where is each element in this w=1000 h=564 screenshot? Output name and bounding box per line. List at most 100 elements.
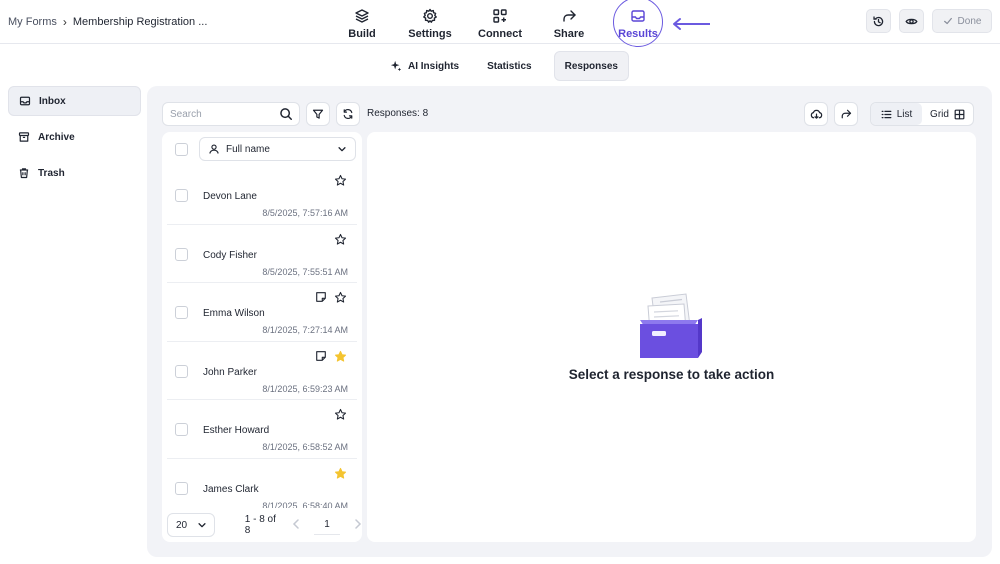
tab-responses[interactable]: Responses	[553, 51, 629, 81]
star-icon[interactable]	[334, 174, 347, 190]
trash-icon	[19, 168, 29, 179]
respondent-name: Esther Howard	[203, 425, 270, 436]
top-bar: My Forms › Membership Registration ... B…	[0, 0, 1000, 47]
star-filled-icon[interactable]	[334, 467, 347, 483]
view-grid-label: Grid	[930, 108, 949, 120]
sidebar-item-label: Trash	[38, 167, 65, 179]
history-icon	[873, 15, 884, 26]
view-grid-button[interactable]: Grid	[922, 103, 973, 125]
response-list: Full name Devon Lane 8/5/2025, 7:57:16 AM…	[162, 132, 362, 542]
tab-responses-label: Responses	[564, 60, 618, 72]
row-checkbox[interactable]	[175, 189, 188, 202]
field-select[interactable]: Full name	[199, 137, 356, 161]
cloud-download-icon	[810, 109, 822, 119]
nav-build[interactable]: Build	[348, 0, 376, 44]
page-range: 1 - 8 of 8	[244, 514, 276, 536]
preview-button[interactable]	[899, 9, 924, 33]
share-results-button[interactable]	[834, 102, 858, 126]
share-arrow-icon	[559, 6, 579, 26]
row-checkbox[interactable]	[175, 364, 188, 378]
list-footer: 20 1 - 8 of 8 1	[162, 508, 362, 542]
nav-connect[interactable]: Connect	[478, 0, 522, 44]
check-icon	[943, 17, 952, 25]
grid-icon	[954, 109, 965, 119]
star-icon[interactable]	[334, 408, 347, 424]
pagination: 1	[292, 515, 362, 535]
responses-panel: Responses: 8 List Grid Full name Devon L…	[147, 86, 992, 557]
inbox-icon	[19, 96, 31, 106]
prev-page-button[interactable]	[292, 518, 300, 532]
response-timestamp: 8/1/2025, 6:58:40 AM	[262, 500, 348, 509]
respondent-name: Cody Fisher	[203, 249, 257, 261]
view-list-label: List	[896, 108, 913, 120]
search-input[interactable]	[170, 108, 270, 120]
tab-ai-insights[interactable]: AI Insights	[380, 51, 469, 81]
table-row[interactable]: Devon Lane 8/5/2025, 7:57:16 AM	[167, 166, 357, 225]
nav-connect-label: Connect	[478, 28, 522, 40]
current-page[interactable]: 1	[314, 515, 340, 535]
refresh-icon	[343, 108, 353, 120]
star-filled-icon[interactable]	[334, 350, 347, 366]
search-icon[interactable]	[279, 107, 293, 121]
tab-statistics-label: Statistics	[487, 60, 532, 72]
response-timestamp: 8/5/2025, 7:57:16 AM	[262, 208, 348, 218]
view-toggle: List Grid	[870, 102, 974, 126]
respondent-name: Emma Wilson	[203, 308, 265, 319]
star-icon[interactable]	[334, 291, 347, 307]
history-button[interactable]	[866, 9, 891, 33]
note-icon[interactable]	[315, 350, 327, 365]
respondent-name: James Clark	[203, 483, 259, 495]
list-icon	[881, 110, 892, 118]
table-row[interactable]: James Clark 8/1/2025, 6:58:40 AM	[167, 459, 357, 509]
sidebar-item-label: Archive	[38, 131, 75, 143]
response-timestamp: 8/1/2025, 6:59:23 AM	[262, 383, 348, 394]
results-subtabs: AI Insights Statistics Responses	[380, 50, 629, 82]
chevron-left-icon	[292, 518, 299, 529]
note-icon[interactable]	[315, 291, 327, 306]
table-row[interactable]: Cody Fisher 8/5/2025, 7:55:51 AM	[167, 225, 357, 283]
responses-count: Responses: 8	[367, 108, 429, 119]
tab-ai-insights-label: AI Insights	[408, 60, 460, 72]
page-size-value: 20	[176, 519, 188, 531]
breadcrumb-current-form: Membership Registration ...	[72, 16, 208, 28]
done-label: Done	[957, 15, 982, 27]
next-page-button[interactable]	[354, 518, 362, 532]
star-icon[interactable]	[334, 233, 347, 249]
filter-button[interactable]	[306, 102, 330, 126]
search-box	[162, 102, 300, 126]
tab-statistics[interactable]: Statistics	[477, 51, 541, 81]
nav-results[interactable]: Results	[613, 0, 663, 47]
list-header: Full name	[162, 132, 362, 166]
chevron-down-icon	[338, 147, 346, 152]
respondent-name: Devon Lane	[203, 191, 257, 202]
row-checkbox[interactable]	[175, 481, 188, 495]
breadcrumb-my-forms[interactable]: My Forms	[8, 16, 57, 28]
nav-share[interactable]: Share	[554, 0, 584, 44]
select-all-checkbox[interactable]	[175, 142, 188, 156]
sidebar-item-inbox[interactable]: Inbox	[8, 86, 141, 116]
table-row[interactable]: Esther Howard 8/1/2025, 6:58:52 AM	[167, 400, 357, 459]
sidebar-item-trash[interactable]: Trash	[8, 158, 141, 188]
row-checkbox[interactable]	[175, 423, 188, 436]
filter-icon	[312, 109, 324, 119]
archive-icon	[18, 132, 30, 142]
user-icon	[209, 144, 219, 154]
empty-state-message: Select a response to take action	[568, 367, 775, 382]
response-rows: Devon Lane 8/5/2025, 7:57:16 AM Cody Fishe…	[162, 166, 362, 508]
response-detail-pane: Select a response to take action	[367, 132, 976, 542]
eye-icon	[905, 18, 918, 24]
nav-settings-label: Settings	[408, 28, 452, 40]
nav-settings[interactable]: Settings	[408, 0, 452, 44]
sidebar-item-archive[interactable]: Archive	[8, 122, 141, 152]
row-checkbox[interactable]	[175, 247, 188, 261]
done-button[interactable]: Done	[932, 9, 992, 33]
table-row[interactable]: Emma Wilson 8/1/2025, 7:27:14 AM	[167, 283, 357, 342]
sidebar: Inbox Archive Trash	[8, 86, 141, 194]
refresh-button[interactable]	[336, 102, 360, 126]
download-button[interactable]	[804, 102, 828, 126]
table-row[interactable]: John Parker 8/1/2025, 6:59:23 AM	[167, 342, 357, 400]
row-checkbox[interactable]	[175, 306, 188, 319]
page-size-select[interactable]: 20	[167, 513, 215, 537]
view-list-button[interactable]: List	[871, 103, 922, 125]
sparkle-icon	[390, 60, 402, 72]
